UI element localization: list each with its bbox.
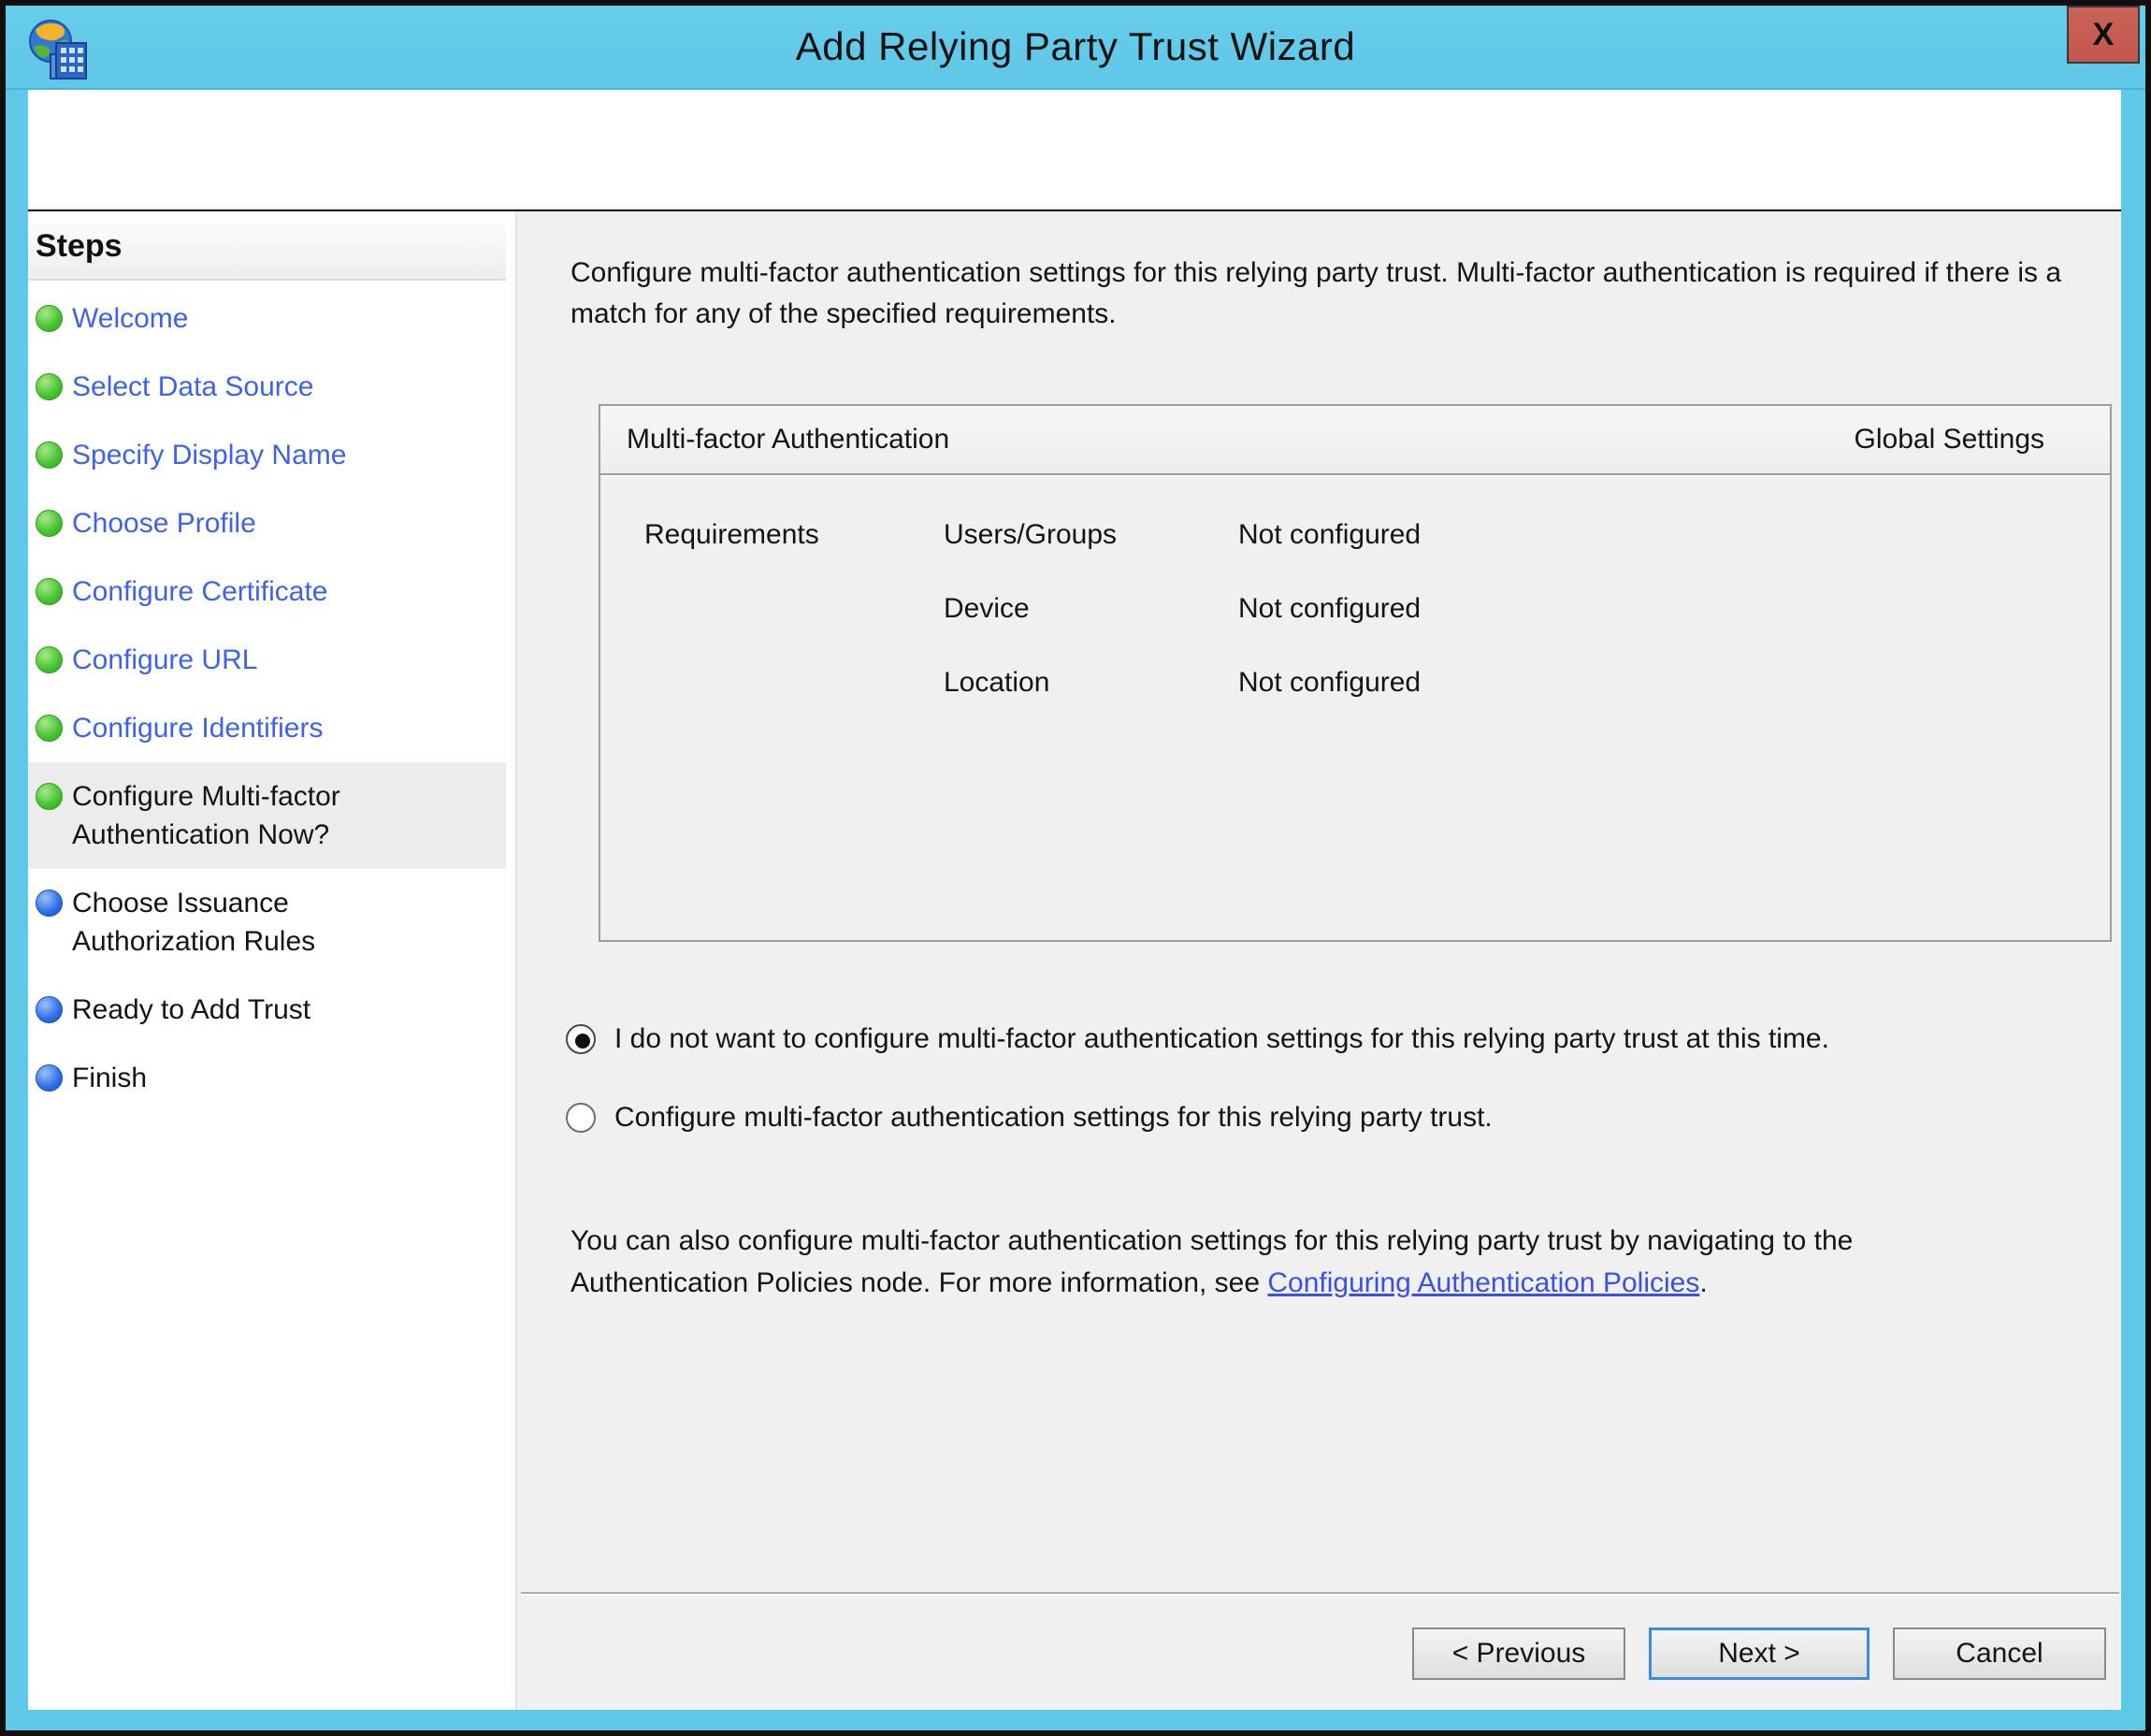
configuring-authentication-policies-link[interactable]: Configuring Authentication Policies [1267, 1267, 1699, 1298]
step-status-icon [36, 996, 63, 1023]
close-button[interactable]: X [2067, 6, 2140, 64]
step-status-icon [36, 715, 63, 742]
table-title: Multi-factor Authentication [627, 424, 949, 456]
footer-divider [521, 1592, 2119, 1596]
step-item-select-data-source[interactable]: Select Data Source [28, 353, 506, 421]
step-label: Configure Certificate [72, 572, 327, 611]
step-label: Specify Display Name [72, 436, 346, 474]
radio-label: I do not want to configure multi-factor … [614, 1023, 1829, 1055]
requirements-label: Requirements [644, 519, 944, 551]
titlebar: Add Relying Party Trust Wizard [6, 6, 2145, 90]
step-status-icon [36, 890, 63, 917]
step-label: Configure URL [72, 641, 257, 679]
step-item-configure-multi-factor-authentication-now: Configure Multi-factor Authentication No… [28, 762, 506, 869]
requirement-value: Not configured [1238, 593, 2110, 625]
step-item-configure-identifiers[interactable]: Configure Identifiers [28, 694, 506, 762]
wizard-header-band [28, 90, 2121, 210]
step-item-configure-url[interactable]: Configure URL [28, 626, 506, 694]
global-settings-label: Global Settings [1855, 424, 2044, 456]
radio-group: I do not want to configure multi-factor … [566, 1023, 2102, 1134]
radio-label: Configure multi-factor authentication se… [614, 1102, 1493, 1134]
requirement-name: Location [944, 667, 1238, 699]
step-label: Configure Identifiers [72, 709, 323, 747]
previous-button[interactable]: < Previous [1412, 1628, 1625, 1680]
step-label: Select Data Source [72, 368, 313, 406]
mfa-settings-table: Multi-factor Authentication Global Setti… [599, 404, 2112, 942]
step-label: Finish [72, 1059, 147, 1097]
requirement-value: Not configured [1238, 519, 2110, 551]
requirement-name: Users/Groups [944, 519, 1238, 551]
cancel-button[interactable]: Cancel [1893, 1628, 2106, 1680]
step-item-choose-issuance-authorization-rules: Choose Issuance Authorization Rules [28, 869, 506, 976]
requirement-name: Device [944, 593, 1238, 625]
window-frame-right [2121, 90, 2145, 1730]
step-status-icon [36, 441, 63, 469]
steps-panel: Steps Welcome Select Data Source Specify D… [28, 211, 515, 1710]
table-body: RequirementsUsers/GroupsNot configuredDe… [600, 475, 2110, 719]
footer-buttons: < Previous Next > Cancel [1412, 1628, 2106, 1680]
radio-option[interactable]: Configure multi-factor authentication se… [566, 1102, 2102, 1134]
step-description: Configure multi-factor authentication se… [570, 253, 2110, 335]
step-label: Ready to Add Trust [72, 991, 310, 1029]
step-status-icon [36, 373, 63, 400]
step-label: Choose Issuance Authorization Rules [72, 884, 446, 961]
wizard-window: Add Relying Party Trust Wizard X Steps W… [0, 0, 2151, 1736]
step-status-icon [36, 305, 63, 332]
note-line2-prefix: Authentication Policies node. For more i… [570, 1267, 1267, 1298]
step-status-icon [36, 578, 63, 605]
step-item-specify-display-name[interactable]: Specify Display Name [28, 421, 506, 489]
radio-button-icon[interactable] [566, 1103, 596, 1133]
step-item-welcome[interactable]: Welcome [28, 284, 506, 353]
step-item-finish: Finish [28, 1044, 506, 1112]
requirement-row: LocationNot configured [600, 645, 2110, 719]
step-item-configure-certificate[interactable]: Configure Certificate [28, 557, 506, 626]
close-icon: X [2069, 7, 2138, 62]
requirement-row: DeviceNot configured [600, 571, 2110, 645]
note-text: You can also configure multi-factor auth… [570, 1220, 2108, 1304]
window-frame-bottom [6, 1710, 2145, 1730]
table-header: Multi-factor Authentication Global Setti… [600, 406, 2110, 475]
step-status-icon [36, 646, 63, 673]
step-status-icon [36, 783, 63, 810]
step-item-ready-to-add-trust: Ready to Add Trust [28, 976, 506, 1044]
note-line2-suffix: . [1699, 1267, 1707, 1298]
requirement-row: RequirementsUsers/GroupsNot configured [600, 498, 2110, 571]
note-line2: Authentication Policies node. For more i… [570, 1262, 2108, 1304]
window-frame-left [6, 90, 28, 1730]
steps-list: Welcome Select Data Source Specify Display… [28, 284, 515, 1112]
next-button[interactable]: Next > [1649, 1628, 1869, 1680]
steps-heading: Steps [28, 211, 506, 281]
step-status-icon [36, 1064, 63, 1092]
main-panel: Configure multi-factor authentication se… [515, 211, 2121, 1710]
note-line1: You can also configure multi-factor auth… [570, 1220, 2108, 1262]
step-label: Configure Multi-factor Authentication No… [72, 777, 446, 854]
step-label: Choose Profile [72, 504, 256, 542]
radio-button-icon[interactable] [566, 1024, 596, 1054]
radio-option[interactable]: I do not want to configure multi-factor … [566, 1023, 2102, 1055]
step-status-icon [36, 510, 63, 537]
window-title: Add Relying Party Trust Wizard [6, 6, 2145, 88]
step-label: Welcome [72, 299, 188, 338]
requirement-value: Not configured [1238, 667, 2110, 699]
step-item-choose-profile[interactable]: Choose Profile [28, 489, 506, 557]
